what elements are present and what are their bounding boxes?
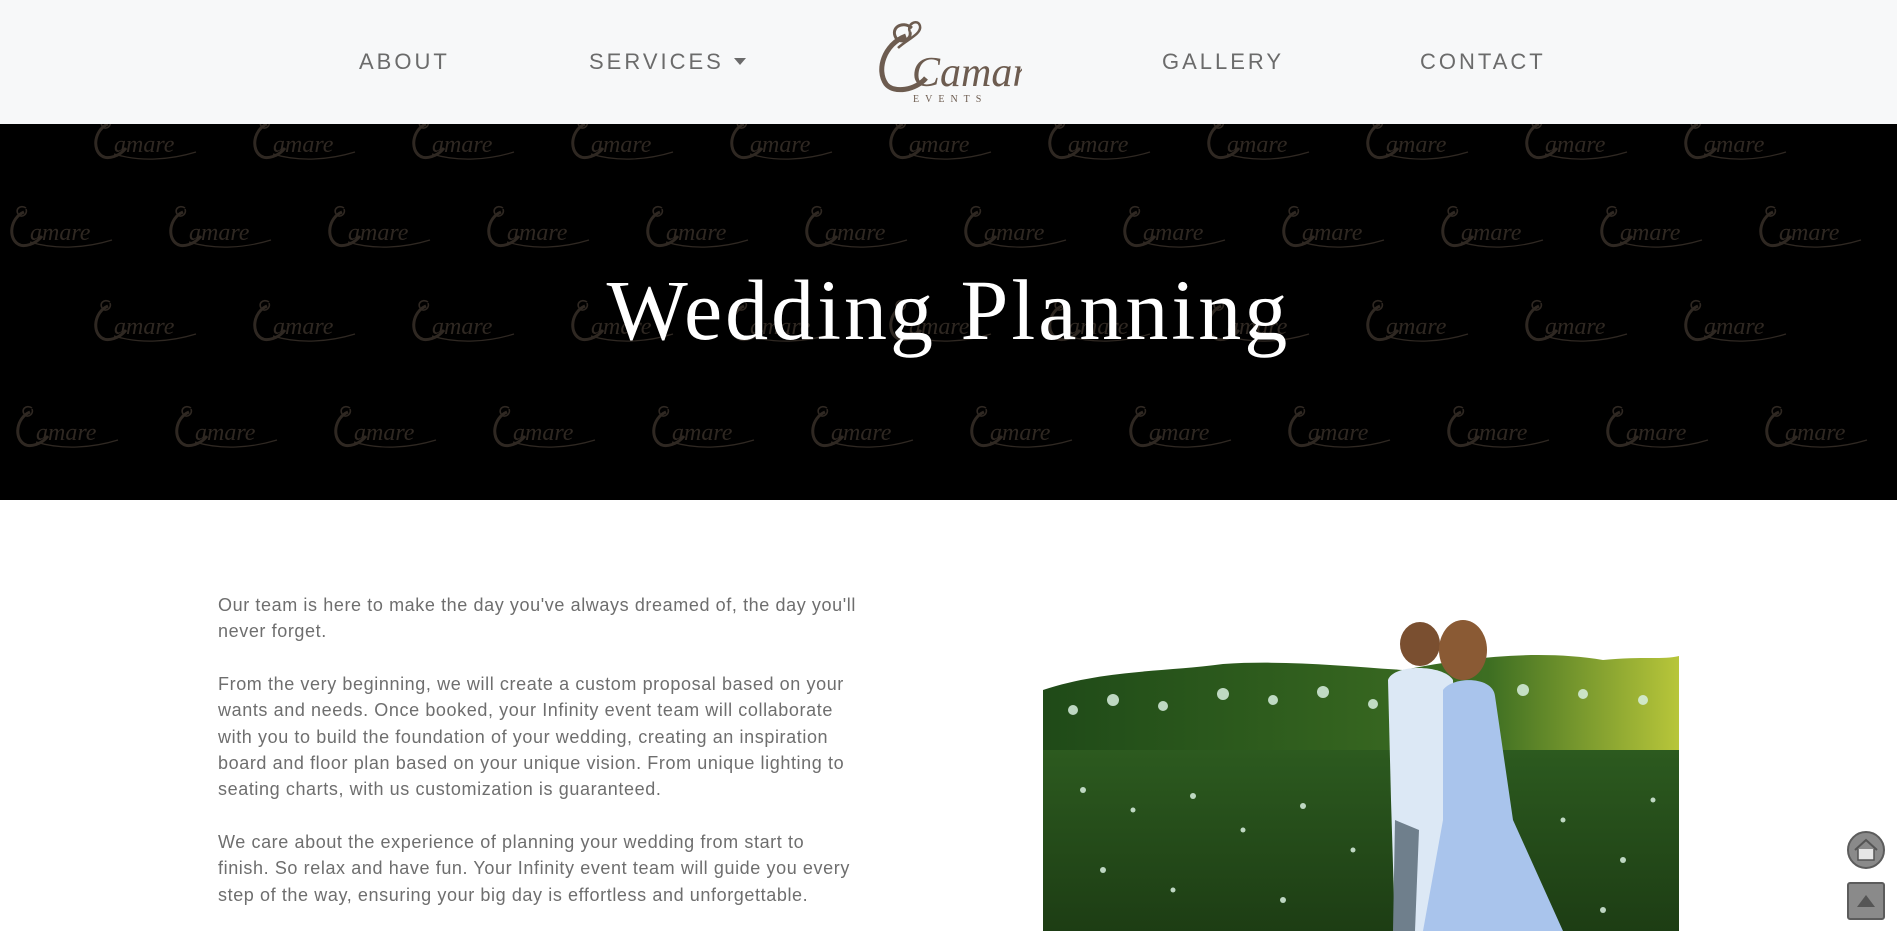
intro-paragraph-2: From the very beginning, we will create … (218, 673, 845, 800)
intro-text: Our team is here to make the day you've … (218, 592, 858, 931)
top-navbar: ABOUT SERVICES Camare EVENTS GALLERY CON… (0, 0, 1897, 124)
intro-paragraph-1: Our team is here to make the day you've … (218, 595, 856, 642)
scroll-to-top-button[interactable] (1847, 882, 1885, 920)
hero-banner: amare Wedding Planning (0, 124, 1897, 500)
nav-link-gallery[interactable]: GALLERY (1162, 48, 1284, 76)
caret-down-icon (733, 58, 746, 65)
nav-link-services[interactable]: SERVICES (589, 48, 746, 76)
logo-wordmark: Camare (912, 50, 1022, 96)
home-icon (1854, 838, 1878, 861)
logo-subtitle: EVENTS (913, 94, 987, 104)
wedding-couple-photo (1043, 620, 1679, 931)
nav-link-about[interactable]: ABOUT (359, 48, 450, 76)
watermark-row-1 (94, 124, 1788, 161)
watermark-row-2 (10, 205, 1863, 249)
page-title: Wedding Planning (606, 262, 1291, 358)
nav-services-label: SERVICES (589, 49, 724, 74)
camare-events-logo[interactable]: Camare EVENTS (876, 18, 1022, 104)
intro-paragraph-3: We care about the experience of planning… (218, 831, 850, 905)
nav-link-contact[interactable]: CONTACT (1420, 48, 1546, 76)
home-button[interactable] (1847, 831, 1885, 869)
watermark-row-4 (16, 405, 1869, 449)
arrow-up-icon (1857, 895, 1875, 907)
